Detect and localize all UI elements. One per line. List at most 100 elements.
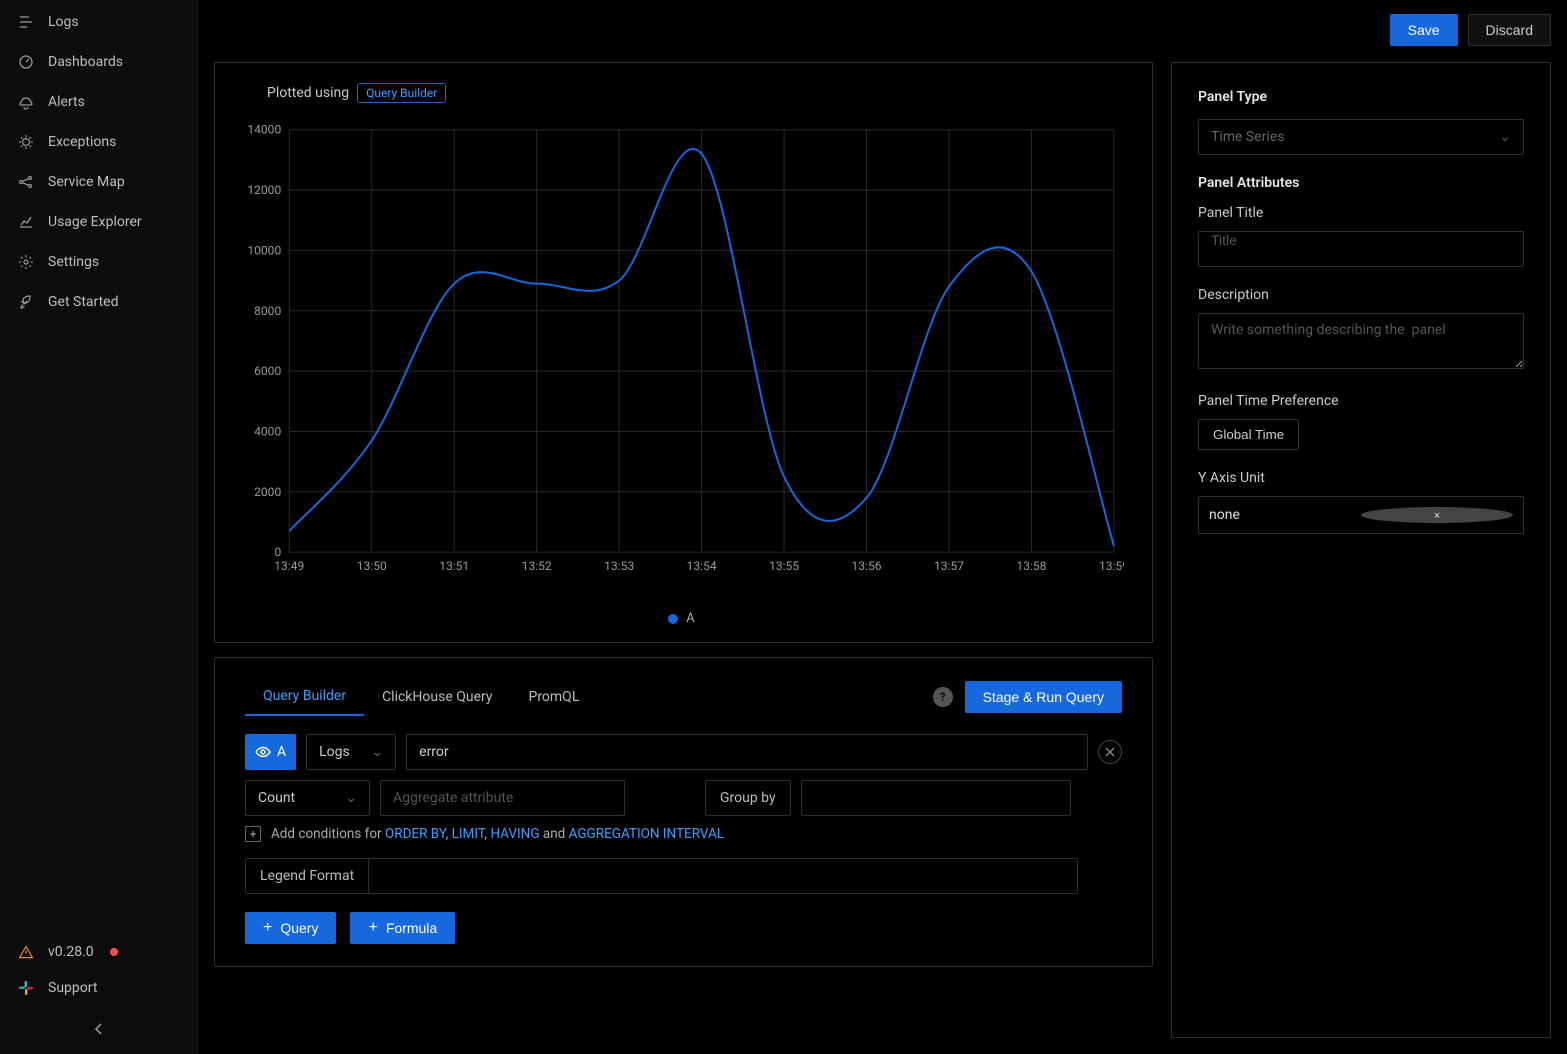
panel-attributes-heading: Panel Attributes [1198, 175, 1524, 191]
legend-format-label: Legend Format [245, 858, 368, 894]
svg-text:13:51: 13:51 [439, 559, 469, 573]
sidebar-item-label: Get Started [48, 294, 119, 310]
chevron-down-icon: ⌄ [335, 790, 357, 806]
filter-input[interactable] [406, 734, 1088, 770]
svg-text:13:54: 13:54 [687, 559, 717, 573]
sidebar-item-exceptions[interactable]: Exceptions [0, 122, 197, 162]
svg-text:4000: 4000 [254, 424, 281, 438]
discard-button[interactable]: Discard [1468, 14, 1551, 46]
add-formula-button[interactable]: + Formula [350, 912, 455, 944]
plus-square-icon[interactable]: + [245, 826, 261, 842]
sidebar-item-service-map[interactable]: Service Map [0, 162, 197, 202]
svg-text:0: 0 [274, 545, 281, 559]
sidebar-item-label: Dashboards [48, 54, 123, 70]
alert-icon [18, 94, 34, 110]
series-letter: A [277, 744, 286, 760]
dashboard-icon [18, 54, 34, 70]
query-series-tag[interactable]: A [245, 734, 296, 770]
tab-clickhouse-query[interactable]: ClickHouse Query [364, 679, 510, 715]
description-label: Description [1198, 287, 1524, 303]
logs-icon [18, 14, 34, 30]
warning-icon [18, 944, 34, 960]
limit-link[interactable]: LIMIT [452, 826, 485, 842]
tab-query-builder[interactable]: Query Builder [245, 678, 364, 716]
chart-panel: Plotted using Query Builder 020004000600… [214, 62, 1153, 643]
chart-legend[interactable]: A [239, 601, 1124, 626]
plus-icon: + [263, 920, 272, 936]
y-axis-unit-label: Y Axis Unit [1198, 470, 1524, 486]
help-icon[interactable]: ? [933, 687, 953, 707]
sidebar-item-label: Alerts [48, 94, 85, 110]
legend-format-input[interactable] [368, 858, 1078, 894]
svg-text:13:49: 13:49 [274, 559, 304, 573]
sidebar-item-alerts[interactable]: Alerts [0, 82, 197, 122]
rocket-icon [18, 294, 34, 310]
svg-text:13:58: 13:58 [1016, 559, 1046, 573]
chart-icon [18, 214, 34, 230]
sidebar-item-label: Logs [48, 14, 79, 30]
sidebar-item-logs[interactable]: Logs [0, 2, 197, 42]
orderby-link[interactable]: ORDER BY [385, 826, 446, 842]
panel-title-label: Panel Title [1198, 205, 1524, 221]
support-label: Support [48, 980, 97, 996]
sidebar-item-label: Exceptions [48, 134, 116, 150]
sidebar: Logs Dashboards Alerts Exceptions Servic… [0, 0, 198, 1054]
aggregate-attr-input[interactable] [380, 780, 625, 816]
sidebar-version[interactable]: v0.28.0 [0, 934, 197, 970]
svg-text:13:57: 13:57 [934, 559, 964, 573]
clear-icon[interactable]: × [1361, 507, 1513, 523]
time-pref-button[interactable]: Global Time [1198, 419, 1299, 450]
update-indicator-dot [110, 948, 118, 956]
y-axis-unit-select[interactable]: none × [1198, 496, 1524, 534]
sidebar-item-get-started[interactable]: Get Started [0, 282, 197, 322]
add-query-button[interactable]: + Query [245, 912, 336, 944]
svg-text:13:55: 13:55 [769, 559, 799, 573]
sidebar-item-label: Usage Explorer [48, 214, 142, 230]
gear-icon [18, 254, 34, 270]
bug-icon [18, 134, 34, 150]
legend-label: A [686, 611, 694, 626]
svg-text:2000: 2000 [254, 485, 281, 499]
svg-text:13:50: 13:50 [357, 559, 387, 573]
aggregate-fn-select[interactable]: Count ⌄ [245, 780, 370, 816]
description-input[interactable] [1198, 313, 1524, 369]
sidebar-item-label: Service Map [48, 174, 125, 190]
panel-title-input[interactable] [1198, 231, 1524, 267]
svg-text:14000: 14000 [247, 123, 281, 137]
panel-type-select[interactable]: Time Series ⌄ [1198, 119, 1524, 155]
topbar: Save Discard [214, 14, 1551, 46]
service-map-icon [18, 174, 34, 190]
group-by-input[interactable] [801, 780, 1071, 816]
chevron-down-icon: ⌄ [361, 744, 383, 760]
timeseries-chart[interactable]: 0 2000 4000 6000 8000 10000 12000 14000 13:49 13… [239, 111, 1124, 601]
plus-icon: + [368, 920, 377, 936]
query-builder-panel: Query Builder ClickHouse Query PromQL ? … [214, 657, 1153, 967]
legend-dot-icon [668, 614, 678, 624]
stage-run-query-button[interactable]: Stage & Run Query [965, 681, 1122, 713]
data-source-select[interactable]: Logs ⌄ [306, 734, 396, 770]
conditions-hint: + Add conditions for ORDER BY, LIMIT, HA… [245, 826, 1122, 842]
sidebar-collapse-button[interactable] [92, 1022, 106, 1040]
sidebar-item-usage-explorer[interactable]: Usage Explorer [0, 202, 197, 242]
sidebar-item-settings[interactable]: Settings [0, 242, 197, 282]
eye-icon [255, 744, 271, 760]
sidebar-item-label: Settings [48, 254, 99, 270]
svg-text:13:52: 13:52 [522, 559, 552, 573]
group-by-label: Group by [705, 780, 791, 816]
query-builder-badge[interactable]: Query Builder [357, 83, 446, 103]
svg-text:12000: 12000 [247, 183, 281, 197]
tab-promql[interactable]: PromQL [510, 679, 597, 715]
agginterval-link[interactable]: AGGREGATION INTERVAL [569, 826, 724, 842]
remove-query-button[interactable] [1098, 740, 1122, 764]
svg-text:8000: 8000 [254, 304, 281, 318]
having-link[interactable]: HAVING [490, 826, 539, 842]
svg-text:13:59: 13:59 [1099, 559, 1124, 573]
svg-text:13:53: 13:53 [604, 559, 634, 573]
panel-type-heading: Panel Type [1198, 89, 1524, 105]
svg-text:10000: 10000 [247, 243, 281, 257]
main-content: Save Discard Plotted using Query Builder… [198, 0, 1567, 1054]
sidebar-item-dashboards[interactable]: Dashboards [0, 42, 197, 82]
sidebar-support[interactable]: Support [0, 970, 197, 1006]
svg-text:6000: 6000 [254, 364, 281, 378]
save-button[interactable]: Save [1390, 14, 1458, 46]
